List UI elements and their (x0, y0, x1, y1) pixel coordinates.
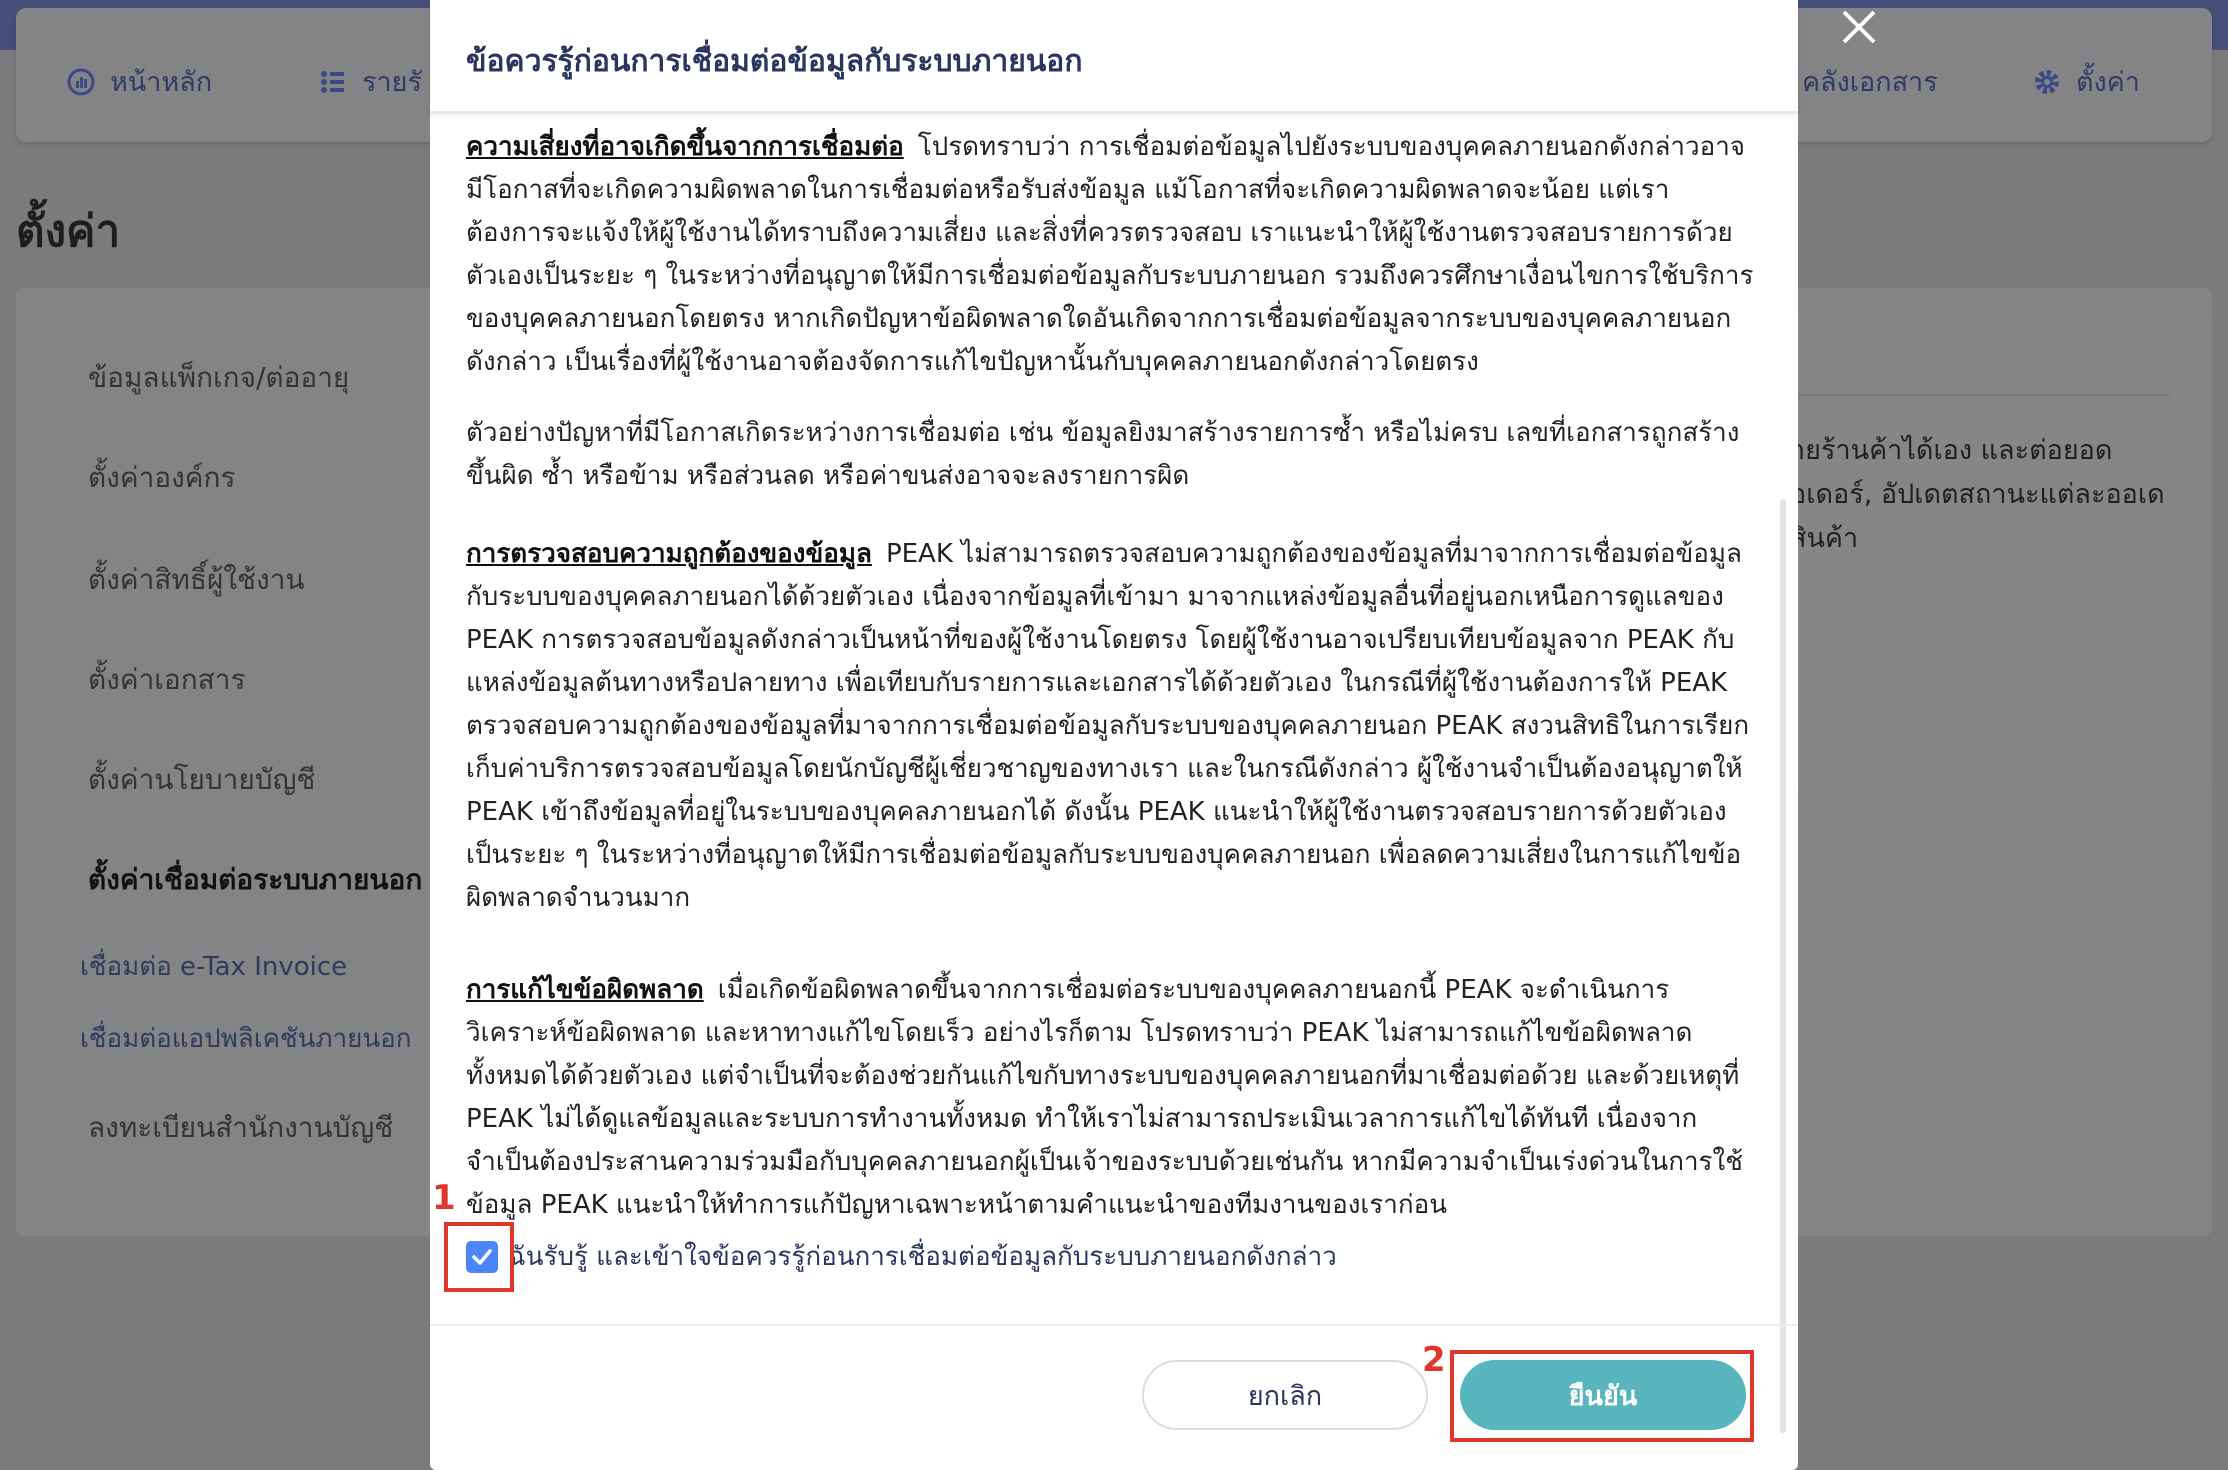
modal-body: ความเสี่ยงที่อาจเกิดขึ้นจากการเชื่อมต่อโ… (430, 113, 1798, 1433)
content-divider (1760, 394, 2170, 396)
content-text-line: อเดอร์, อัปเดตสถานะแต่ละออเด (1790, 479, 2165, 510)
section-verification: การตรวจสอบความถูกต้องของข้อมูล PEAK ไม่สา… (466, 533, 1756, 920)
sidebar-item-external-connections[interactable]: ตั้งค่าเชื่อมต่อระบบภายนอก (88, 858, 422, 902)
page-title: ตั้งค่า (16, 206, 121, 257)
sidebar-item-package[interactable]: ข้อมูลแพ็กเกจ/ต่ออายุ (88, 356, 349, 400)
acknowledge-label[interactable]: ฉันรับรู้ และเข้าใจข้อควรรู้ก่อนการเชื่อ… (508, 1236, 1337, 1277)
annotation-box-checkbox (444, 1222, 514, 1292)
sidebar-item-documents[interactable]: ตั้งค่าเอกสาร (88, 658, 246, 702)
nav-settings[interactable]: ตั้งค่า (2032, 60, 2140, 103)
nav-income[interactable]: รายรั (318, 60, 422, 103)
acknowledge-row[interactable]: ฉันรับรู้ และเข้าใจข้อควรรู้ก่อนการเชื่อ… (466, 1236, 1337, 1277)
sidebar-item-register-office[interactable]: ลงทะเบียนสำนักงานบัญชี (88, 1106, 393, 1150)
sidebar-subitem-external-apps[interactable]: เชื่อมต่อแอปพลิเคชันภายนอก (80, 1018, 412, 1059)
section-error-handling-body: เมื่อเกิดข้อผิดพลาดขึ้นจากการเชื่อมต่อระ… (466, 975, 1743, 1220)
section-error-handling-title: การแก้ไขข้อผิดพลาด (466, 975, 704, 1005)
section-risk-body: โปรดทราบว่า การเชื่อมต่อข้อมูลไปยังระบบข… (466, 132, 1754, 377)
nav-home-label: หน้าหลัก (110, 67, 213, 98)
nav-income-label: รายรั (362, 67, 422, 98)
annotation-box-confirm (1450, 1350, 1754, 1442)
section-risk-title: ความเสี่ยงที่อาจเกิดขึ้นจากการเชื่อมต่อ (466, 132, 904, 162)
sidebar-item-accounting-policy[interactable]: ตั้งค่านโยบายบัญชี (88, 758, 315, 802)
nav-home[interactable]: หน้าหลัก (66, 60, 212, 103)
sidebar-item-organization[interactable]: ตั้งค่าองค์กร (88, 456, 236, 500)
content-text-line: ายร้านค้าได้เอง และต่อยอด (1790, 435, 2113, 466)
section-error-handling: การแก้ไขข้อผิดพลาด เมื่อเกิดข้อผิดพลาดขึ้… (466, 969, 1756, 1227)
connection-notice-modal: ข้อควรรู้ก่อนการเชื่อมต่อข้อมูลกับระบบภา… (430, 0, 1798, 1470)
close-modal-icon[interactable] (1836, 4, 1882, 50)
gear-icon (2032, 67, 2062, 97)
section-examples: ตัวอย่างปัญหาที่มีโอกาสเกิดระหว่างการเชื… (466, 412, 1756, 498)
dashboard-icon (66, 67, 96, 97)
section-risk: ความเสี่ยงที่อาจเกิดขึ้นจากการเชื่อมต่อโ… (466, 126, 1756, 384)
nav-documents[interactable]: คลังเอกสาร (1802, 60, 1938, 103)
nav-settings-label: ตั้งค่า (2076, 67, 2140, 98)
sidebar-subitem-etax[interactable]: เชื่อมต่อ e-Tax Invoice (80, 946, 347, 987)
section-verification-title: การตรวจสอบความถูกต้องของข้อมูล (466, 539, 872, 569)
modal-title: ข้อควรรู้ก่อนการเชื่อมต่อข้อมูลกับระบบภา… (466, 44, 1083, 79)
modal-header: ข้อควรรู้ก่อนการเชื่อมต่อข้อมูลกับระบบภา… (430, 0, 1798, 113)
content-text-line: สินค้า (1790, 523, 1859, 554)
list-icon (318, 67, 348, 97)
section-verification-body: PEAK ไม่สามารถตรวจสอบความถูกต้องของข้อมู… (466, 539, 1750, 913)
sidebar-item-permissions[interactable]: ตั้งค่าสิทธิ์ผู้ใช้งาน (88, 558, 305, 602)
annotation-step-1: 1 (432, 1178, 456, 1218)
section-examples-body: ตัวอย่างปัญหาที่มีโอกาสเกิดระหว่างการเชื… (466, 418, 1740, 491)
cancel-button[interactable]: ยกเลิก (1142, 1360, 1428, 1430)
nav-documents-label: คลังเอกสาร (1802, 67, 1938, 98)
annotation-step-2: 2 (1422, 1340, 1446, 1380)
modal-footer-divider (430, 1324, 1798, 1326)
modal-scrollbar[interactable] (1780, 499, 1786, 1433)
